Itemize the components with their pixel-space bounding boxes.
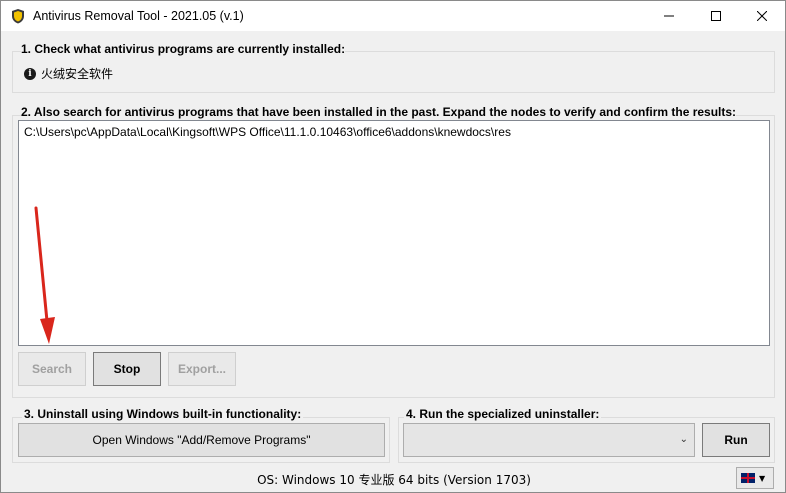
maximize-button[interactable] [693,1,739,31]
uninstaller-select[interactable]: ⌄ [403,423,695,457]
results-tree[interactable]: C:\Users\pc\AppData\Local\Kingsoft\WPS O… [18,120,770,346]
section2-label: 2. Also search for antivirus programs th… [21,105,737,119]
uk-flag-icon [741,473,755,483]
chevron-down-icon: ⌄ [679,434,688,445]
minimize-button[interactable] [646,1,692,31]
export-button[interactable]: Export... [168,352,236,386]
section1-label: 1. Check what antivirus programs are cur… [21,42,346,56]
info-icon: i [24,67,36,80]
window-title: Antivirus Removal Tool - 2021.05 (v.1) [33,9,244,23]
search-button[interactable]: Search [18,352,86,386]
close-button[interactable] [739,1,785,31]
run-button[interactable]: Run [702,423,770,457]
section3-label: 3. Uninstall using Windows built-in func… [22,407,304,421]
os-status: OS: Windows 10 专业版 64 bits (Version 1703… [1,471,786,488]
language-button[interactable]: ▼ [736,467,774,489]
installed-program-name: 火绒安全软件 [41,67,114,81]
section4-label: 4. Run the specialized uninstaller: [404,407,602,421]
app-logo-icon [12,9,24,24]
close-icon [757,11,767,21]
os-status-text: OS: Windows 10 专业版 64 bits (Version 1703… [257,473,531,487]
minimize-icon [664,15,674,17]
maximize-icon [711,11,721,21]
installed-programs-group [12,51,775,93]
add-remove-programs-button[interactable]: Open Windows "Add/Remove Programs" [18,423,385,457]
stop-button[interactable]: Stop [93,352,161,386]
chevron-down-icon: ▼ [759,473,766,483]
installed-program-item[interactable]: i 火绒安全软件 [24,65,113,82]
result-item[interactable]: C:\Users\pc\AppData\Local\Kingsoft\WPS O… [24,125,511,139]
title-bar[interactable]: Antivirus Removal Tool - 2021.05 (v.1) [1,1,785,31]
app-window: Antivirus Removal Tool - 2021.05 (v.1) 1… [0,0,786,493]
